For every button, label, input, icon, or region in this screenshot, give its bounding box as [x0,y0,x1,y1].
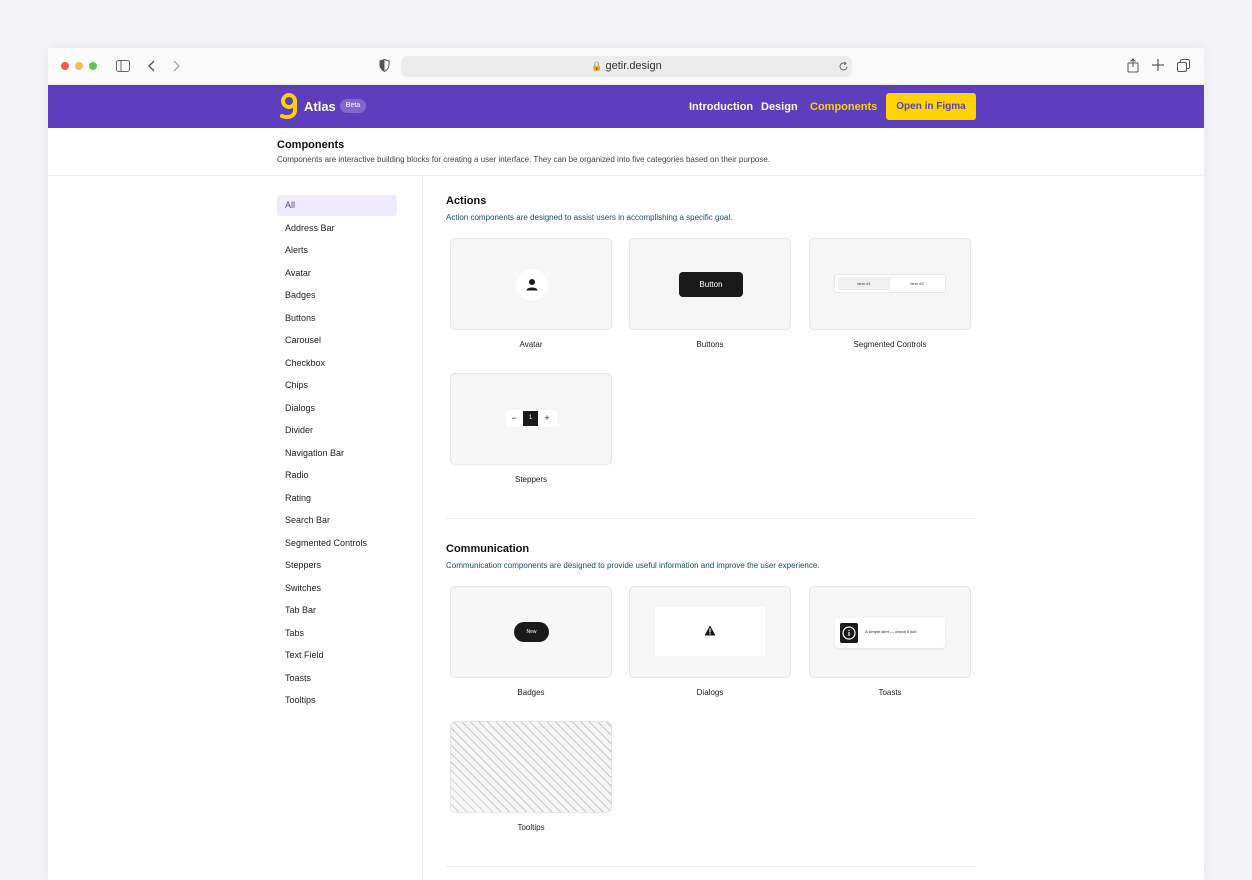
close-window-button[interactable] [61,62,69,70]
tab-overview-icon[interactable] [1177,59,1190,72]
card-dialogs[interactable] [629,586,791,678]
sidebar-item-radio[interactable]: Radio [277,465,397,486]
sidebar-item-address-bar[interactable]: Address Bar [277,218,397,239]
plus-icon: + [544,413,550,423]
sidebar-item-alerts[interactable]: Alerts [277,240,397,261]
warning-icon [704,625,716,636]
url-text: 🔒 getir.design [401,60,852,72]
sidebar-item-divider[interactable]: Divider [277,420,397,441]
card-avatar[interactable] [450,238,612,330]
lock-icon: 🔒 [591,61,603,71]
button-preview: Button [679,272,743,297]
sidebar-item-avatar[interactable]: Avatar [277,263,397,284]
card-label-tooltips: Tooltips [517,823,545,832]
minimize-window-button[interactable] [75,62,83,70]
intro-section: Components Components are interactive bu… [48,128,1204,176]
open-in-figma-button[interactable]: Open in Figma [886,93,976,120]
sidebar-item-steppers[interactable]: Steppers [277,555,397,576]
card-label-avatar: Avatar [519,340,543,349]
segment-option-2: Item #2 [910,281,924,286]
card-label-segmented-controls: Segmented Controls [853,340,927,349]
card-steppers[interactable]: − 1 + [450,373,612,465]
sidebar-item-dialogs[interactable]: Dialogs [277,398,397,419]
reload-icon[interactable] [838,61,849,72]
url-value: getir.design [605,60,662,72]
card-label-toasts: Toasts [878,688,902,697]
sidebar-item-text-field[interactable]: Text Field [277,645,397,666]
person-icon [526,279,538,291]
section-divider [446,866,976,867]
segment-option-1: Item #1 [838,277,890,290]
dialog-preview [655,607,765,656]
avatar-preview [516,269,548,301]
section-title-actions: Actions [446,195,487,207]
section-description-actions: Action components are designed to assist… [446,213,733,222]
sidebar-item-toasts[interactable]: Toasts [277,668,397,689]
browser-toolbar: 🔒 getir.design [48,48,1204,85]
card-label-buttons: Buttons [696,340,724,349]
atlas-logo-icon[interactable] [280,93,298,119]
sidebar-item-tooltips[interactable]: Tooltips [277,690,397,711]
minus-icon: − [511,413,517,423]
card-buttons[interactable]: Button [629,238,791,330]
new-tab-icon[interactable] [1152,59,1164,71]
card-label-badges: Badges [517,688,545,697]
sidebar-item-buttons[interactable]: Buttons [277,308,397,329]
back-icon[interactable] [148,60,156,72]
badge-preview: New [514,622,549,642]
sidebar-item-rating[interactable]: Rating [277,488,397,509]
card-label-steppers: Steppers [514,475,548,484]
sidebar-item-navigation-bar[interactable]: Navigation Bar [277,443,397,464]
info-icon [842,626,856,640]
segmented-control-preview: Item #1 Item #2 [834,274,946,293]
sidebar-toggle-icon[interactable] [116,60,130,72]
beta-badge: Beta [340,99,366,113]
sidebar-item-search-bar[interactable]: Search Bar [277,510,397,531]
sidebar-divider [422,176,423,880]
sidebar-item-carousel[interactable]: Carousel [277,330,397,351]
stepper-value: 1 [523,411,538,426]
sidebar-item-chips[interactable]: Chips [277,375,397,396]
browser-window: 🔒 getir.design Atlas Beta Introduction D… [48,48,1204,880]
sidebar-item-badges[interactable]: Badges [277,285,397,306]
card-toasts[interactable]: A simple alert — check it out! [809,586,971,678]
nav-components[interactable]: Components [810,101,877,113]
section-description-communication: Communication components are designed to… [446,561,820,570]
toast-message: A simple alert — check it out! [865,629,917,634]
section-divider [446,518,976,519]
card-tooltips[interactable] [450,721,612,813]
sidebar-item-segmented-controls[interactable]: Segmented Controls [277,533,397,554]
nav-introduction[interactable]: Introduction [689,101,753,113]
zoom-window-button[interactable] [89,62,97,70]
sidebar-item-tabs[interactable]: Tabs [277,623,397,644]
card-label-dialogs: Dialogs [696,688,724,697]
section-title-communication: Communication [446,543,530,555]
sidebar-item-all[interactable]: All [277,195,397,216]
stepper-preview: − 1 + [506,410,557,427]
forward-icon[interactable] [172,60,180,72]
toast-preview: A simple alert — check it out! [835,618,945,648]
card-badges[interactable]: New [450,586,612,678]
sidebar-item-tab-bar[interactable]: Tab Bar [277,600,397,621]
card-segmented-controls[interactable]: Item #1 Item #2 [809,238,971,330]
page-title: Components [277,139,345,151]
address-bar[interactable]: 🔒 getir.design [401,56,852,77]
toast-icon-box [840,623,858,643]
share-icon[interactable] [1127,58,1139,73]
nav-design[interactable]: Design [761,101,798,113]
privacy-shield-icon[interactable] [379,59,390,72]
sidebar-item-checkbox[interactable]: Checkbox [277,353,397,374]
placeholder-pattern [451,722,611,812]
sidebar-item-switches[interactable]: Switches [277,578,397,599]
page-description: Components are interactive building bloc… [277,155,771,164]
site-header: Atlas Beta Introduction Design Component… [48,85,1204,128]
brand-name[interactable]: Atlas [304,99,336,114]
